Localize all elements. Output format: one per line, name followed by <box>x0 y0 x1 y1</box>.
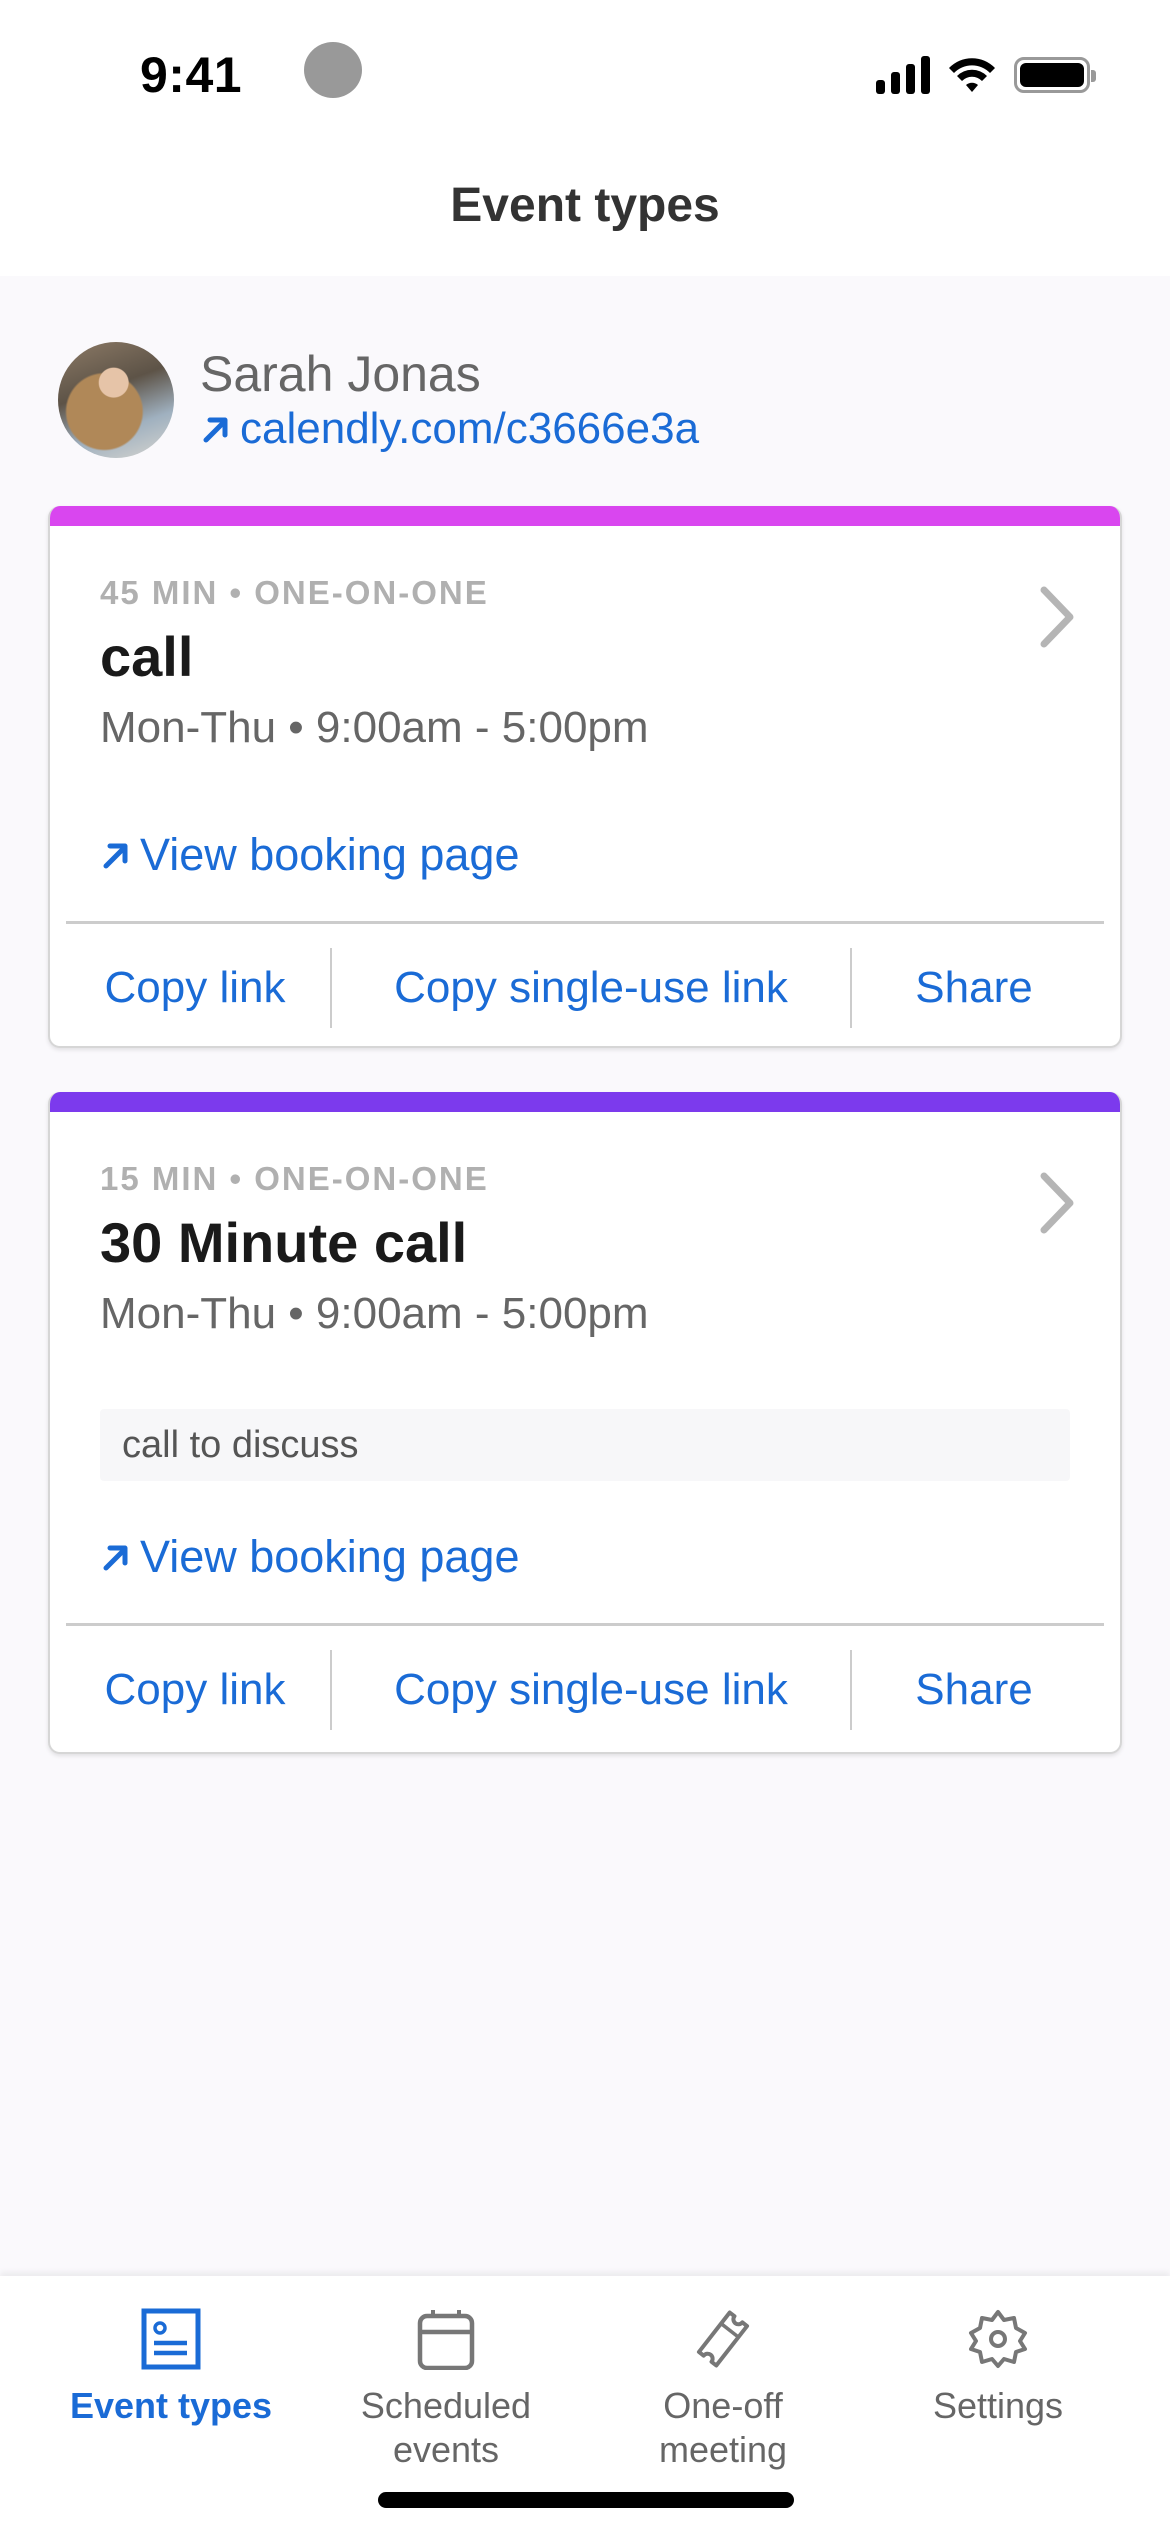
view-booking-page-label: View booking page <box>140 1531 520 1582</box>
card-accent-bar <box>50 506 1120 526</box>
profile-text: Sarah Jonas calendly.com/c3666e3a <box>200 345 699 455</box>
tab-label: Event types <box>69 2385 273 2426</box>
event-schedule: Mon-Thu • 9:00am - 5:00pm <box>100 703 649 752</box>
event-type-card[interactable]: 45 MIN • ONE-ON-ONE call Mon-Thu • 9:00a… <box>48 506 1122 1048</box>
event-types-screen: 9:41 Event types Sarah Jonas calendly.co <box>0 0 1170 2532</box>
home-indicator <box>378 2492 794 2508</box>
view-booking-page-link[interactable]: View booking page <box>100 829 1070 881</box>
card-actions: Copy link Copy single-use link Share <box>50 1626 1120 1752</box>
event-types-icon <box>141 2308 201 2370</box>
share-button[interactable]: Share <box>852 963 1120 1013</box>
page-title: Event types <box>450 179 720 232</box>
cellular-signal-icon <box>876 56 930 94</box>
gear-icon <box>969 2310 1027 2368</box>
profile-scheduling-link[interactable]: calendly.com/c3666e3a <box>200 403 699 455</box>
tab-scheduled-events[interactable]: Scheduled events <box>301 2308 591 2472</box>
copy-link-button[interactable]: Copy link <box>50 963 330 1013</box>
event-description: call to discuss <box>100 1409 1070 1481</box>
profile-name: Sarah Jonas <box>200 346 481 402</box>
tab-label: Settings <box>932 2385 1064 2426</box>
event-type-card[interactable]: 15 MIN • ONE-ON-ONE 30 Minute call Mon-T… <box>48 1092 1122 1754</box>
top-bar: 9:41 Event types <box>0 0 1170 276</box>
view-booking-page-link[interactable]: View booking page <box>100 1531 1070 1583</box>
view-booking-page-label: View booking page <box>140 829 520 880</box>
status-time: 9:41 <box>140 47 243 103</box>
card-body: 15 MIN • ONE-ON-ONE 30 Minute call Mon-T… <box>50 1112 1120 1583</box>
external-link-arrow-icon <box>103 843 128 869</box>
wifi-icon <box>949 58 995 92</box>
event-meta: 15 MIN • ONE-ON-ONE <box>100 1160 489 1197</box>
card-accent-bar <box>50 1092 1120 1112</box>
card-actions: Copy link Copy single-use link Share <box>50 924 1120 1046</box>
camera-indicator <box>304 42 362 98</box>
event-title: call <box>100 625 194 688</box>
event-schedule: Mon-Thu • 9:00am - 5:00pm <box>100 1289 649 1338</box>
external-link-arrow-icon <box>103 1545 128 1571</box>
tab-label: One-off meeting <box>658 2385 788 2470</box>
ticket-icon <box>696 2310 750 2368</box>
profile-header: Sarah Jonas calendly.com/c3666e3a <box>58 342 699 458</box>
battery-icon <box>1014 57 1096 93</box>
card-body: 45 MIN • ONE-ON-ONE call Mon-Thu • 9:00a… <box>50 526 1120 881</box>
profile-link-text: calendly.com/c3666e3a <box>240 404 700 453</box>
tab-event-types[interactable]: Event types <box>26 2308 316 2428</box>
status-icons <box>876 56 1096 94</box>
tab-settings[interactable]: Settings <box>853 2308 1143 2428</box>
external-link-arrow-icon <box>203 417 228 443</box>
calendar-icon <box>417 2310 475 2370</box>
copy-link-button[interactable]: Copy link <box>50 1665 330 1715</box>
avatar[interactable] <box>58 342 174 458</box>
event-title: 30 Minute call <box>100 1211 468 1274</box>
share-button[interactable]: Share <box>852 1665 1120 1715</box>
tab-label: Scheduled events <box>360 2385 532 2470</box>
chevron-right-icon[interactable] <box>1036 582 1080 652</box>
copy-single-use-link-button[interactable]: Copy single-use link <box>332 1665 850 1715</box>
tab-one-off-meeting[interactable]: One-off meeting <box>578 2308 868 2472</box>
chevron-right-icon[interactable] <box>1036 1168 1080 1238</box>
copy-single-use-link-button[interactable]: Copy single-use link <box>332 963 850 1013</box>
event-meta: 45 MIN • ONE-ON-ONE <box>100 574 489 611</box>
